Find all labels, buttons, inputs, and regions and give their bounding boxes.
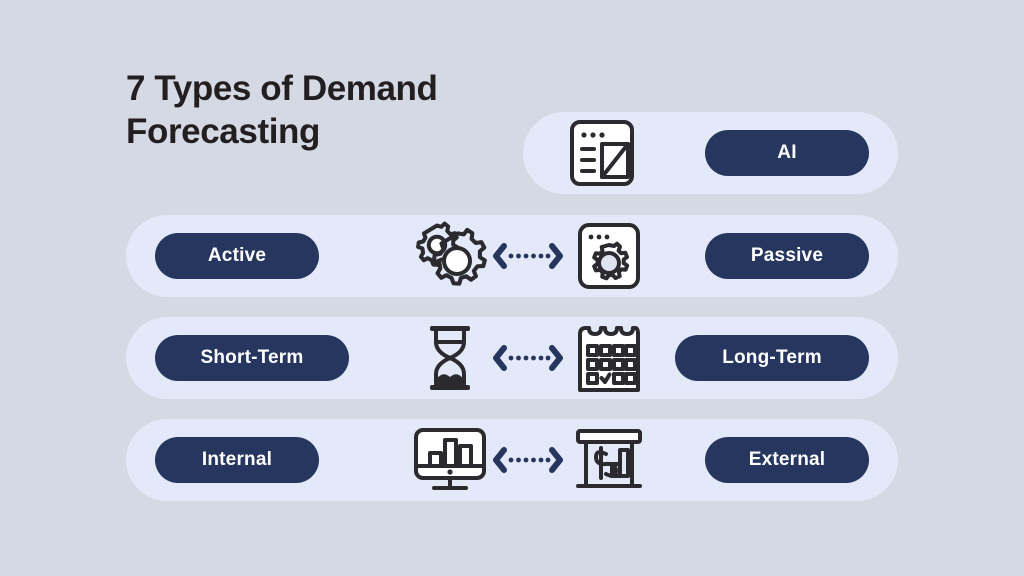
row-ai: AI <box>523 112 898 194</box>
pill-internal-label: Internal <box>201 449 273 470</box>
ai-window-icon <box>557 114 647 192</box>
row-short-long-term: Short-Term Long-Term <box>126 317 898 399</box>
window-gear-icon <box>563 217 655 295</box>
row-active-passive: Active Passive <box>126 215 898 297</box>
pill-active[interactable]: Active <box>155 233 319 279</box>
pill-short-term[interactable]: Short-Term <box>155 335 349 381</box>
pill-ai[interactable]: AI <box>705 130 869 176</box>
row-internal-external: Internal External <box>126 419 898 501</box>
infographic-canvas: 7 Types of Demand Forecasting AI Active <box>0 0 1024 576</box>
pill-long-term-label: Long-Term <box>722 347 822 368</box>
pill-short-term-label: Short-Term <box>200 347 304 368</box>
page-title: 7 Types of Demand Forecasting <box>126 69 438 151</box>
pill-external[interactable]: External <box>705 437 869 483</box>
pill-active-label: Active <box>207 245 267 266</box>
pill-passive[interactable]: Passive <box>705 233 869 279</box>
calendar-check-icon <box>563 319 655 397</box>
pill-internal[interactable]: Internal <box>155 437 319 483</box>
pill-ai-label: AI <box>777 142 797 163</box>
pill-passive-label: Passive <box>750 245 824 266</box>
pill-long-term[interactable]: Long-Term <box>675 335 869 381</box>
pill-external-label: External <box>748 449 826 470</box>
market-stall-dollar-chart-icon <box>563 421 655 499</box>
